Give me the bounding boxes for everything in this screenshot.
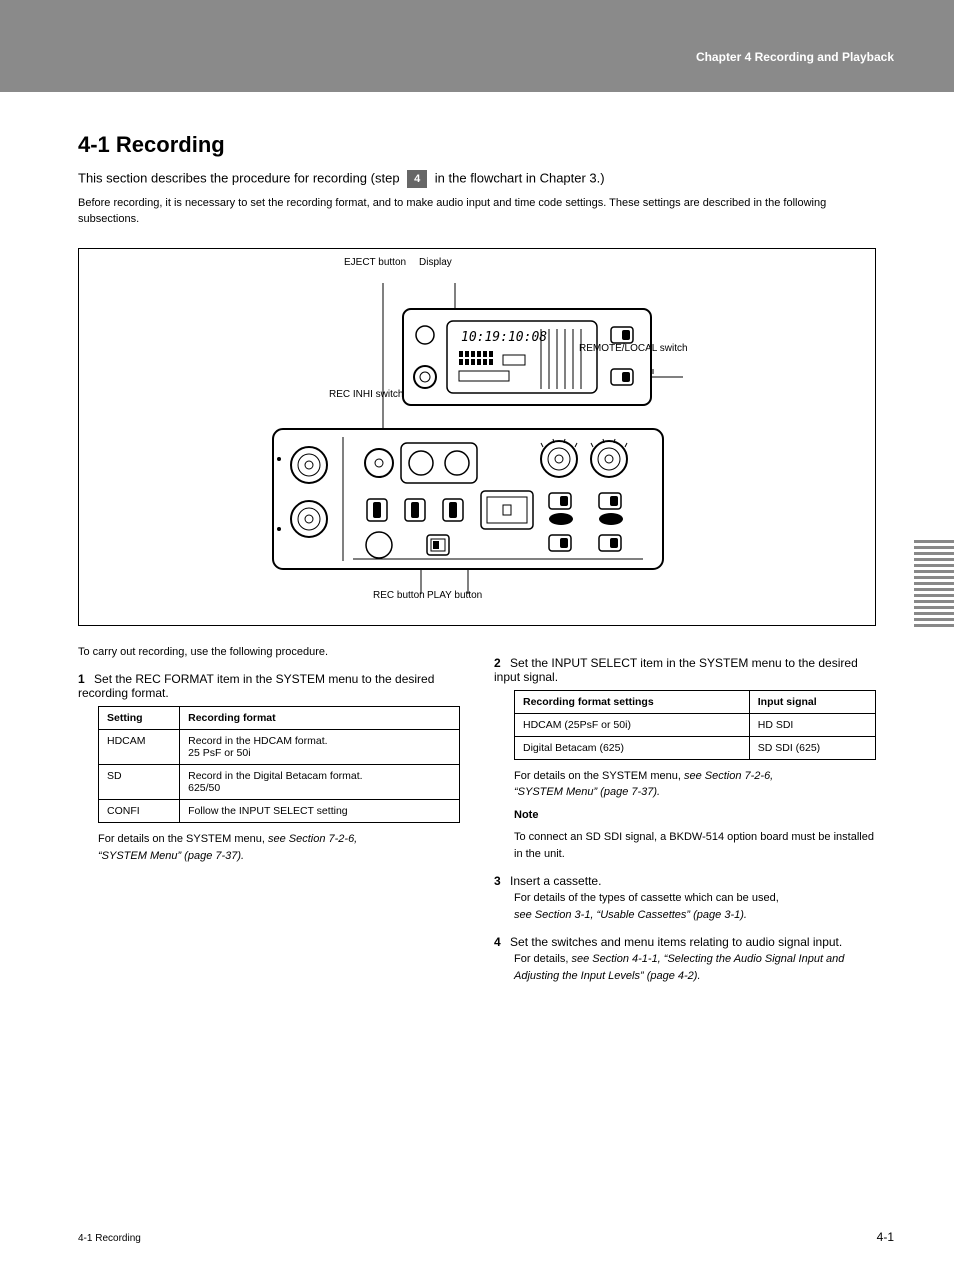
t2-h1: Recording format settings [515, 690, 750, 713]
step3-num: 3 [494, 874, 501, 888]
banner-text: Chapter 4 Recording and Playback [696, 50, 894, 64]
t2-r1c1: HDCAM (25PsF or 50i) [515, 713, 750, 736]
t2-r1c2: HD SDI [749, 713, 875, 736]
intro-step-line: This section describes the procedure for… [78, 170, 954, 188]
step4-num: 4 [494, 935, 501, 949]
step-1-heading: 1 Set the REC FORMAT item in the SYSTEM … [78, 672, 460, 700]
figure-label-play: PLAY button [427, 590, 482, 601]
intro-body: Before recording, it is necessary to set… [78, 196, 876, 228]
table-input-select: Recording format settings Input signal H… [514, 690, 876, 760]
figure-label-recinhi: REC INHI switch [329, 389, 403, 400]
note2: Note [514, 807, 876, 824]
svg-text:10:19:10:08: 10:19:10:08 [461, 330, 547, 345]
figure-label-rec: REC button [373, 590, 425, 601]
step-3-heading: 3 Insert a cassette. [494, 874, 876, 888]
t1-h2: Recording format [180, 707, 460, 730]
step4-sub: For details, see Section 4-1-1, “Selecti… [514, 951, 876, 984]
section-heading: 4-1 Recording [78, 132, 954, 158]
step1-body: Set the REC FORMAT item in the SYSTEM me… [78, 672, 434, 700]
figure-label-display: Display [419, 257, 452, 268]
intro-suffix: in the flowchart in Chapter 3.) [435, 170, 605, 185]
footer-section-title: 4-1 Recording [78, 1233, 141, 1244]
note2-body: To connect an SD SDI signal, a BKDW-514 … [514, 829, 876, 862]
procedure-lead: To carry out recording, use the followin… [78, 644, 460, 661]
step3-body: Insert a cassette. [510, 874, 601, 888]
step2-num: 2 [494, 656, 501, 670]
figure-label-eject: EJECT button [344, 257, 406, 268]
intro-prefix: This section describes the procedure for… [78, 170, 403, 185]
t2-h2: Input signal [749, 690, 875, 713]
chapter-banner: Chapter 4 Recording and Playback [0, 0, 954, 92]
left-column: To carry out recording, use the followin… [78, 644, 460, 991]
device-figure: EJECT button Display REMOTE/LOCAL switch… [78, 248, 876, 626]
t1-note: For details on the SYSTEM menu, see Sect… [98, 831, 460, 864]
step-4-heading: 4 Set the switches and menu items relati… [494, 935, 876, 949]
t1-h1: Setting [99, 707, 180, 730]
step-number-badge: 4 [407, 170, 427, 188]
t2-note-pre: For details on the SYSTEM menu, [514, 770, 684, 782]
t2-note: For details on the SYSTEM menu, see Sect… [514, 768, 876, 801]
step-2-heading: 2 Set the INPUT SELECT item in the SYSTE… [494, 656, 876, 684]
device-illustration: 10:19:10:08 [103, 259, 863, 619]
t2-r2c1: Digital Betacam (625) [515, 736, 750, 759]
t1-note-pre: For details on the SYSTEM menu, [98, 833, 268, 845]
step4-sub-pre: For details, [514, 953, 571, 965]
t1-r2c1: SD [99, 765, 180, 800]
t1-r1c2: Record in the HDCAM format. 25 PsF or 50… [180, 730, 460, 765]
step2-body: Set the INPUT SELECT item in the SYSTEM … [494, 656, 858, 684]
step3-sub-italic: see Section 3-1, “Usable Cassettes” (pag… [514, 909, 747, 921]
chapter-tab [914, 540, 954, 630]
content-columns: To carry out recording, use the followin… [78, 644, 876, 991]
t1-r3c1: CONFI [99, 800, 180, 823]
right-column: 2 Set the INPUT SELECT item in the SYSTE… [494, 644, 876, 991]
step3-sub: For details of the types of cassette whi… [514, 890, 876, 923]
table-rec-format: Setting Recording format HDCAM Record in… [98, 706, 460, 823]
t1-r3c2: Follow the INPUT SELECT setting [180, 800, 460, 823]
t1-r2c2: Record in the Digital Betacam format. 62… [180, 765, 460, 800]
step4-body: Set the switches and menu items relating… [510, 935, 842, 949]
footer-page-number: 4-1 [877, 1230, 894, 1244]
figure-label-remote: REMOTE/LOCAL switch [579, 343, 688, 354]
note2-label: Note [514, 809, 538, 821]
t2-r2c2: SD SDI (625) [749, 736, 875, 759]
t1-r1c1: HDCAM [99, 730, 180, 765]
step1-num: 1 [78, 672, 85, 686]
step3-sub-pre: For details of the types of cassette whi… [514, 892, 779, 904]
